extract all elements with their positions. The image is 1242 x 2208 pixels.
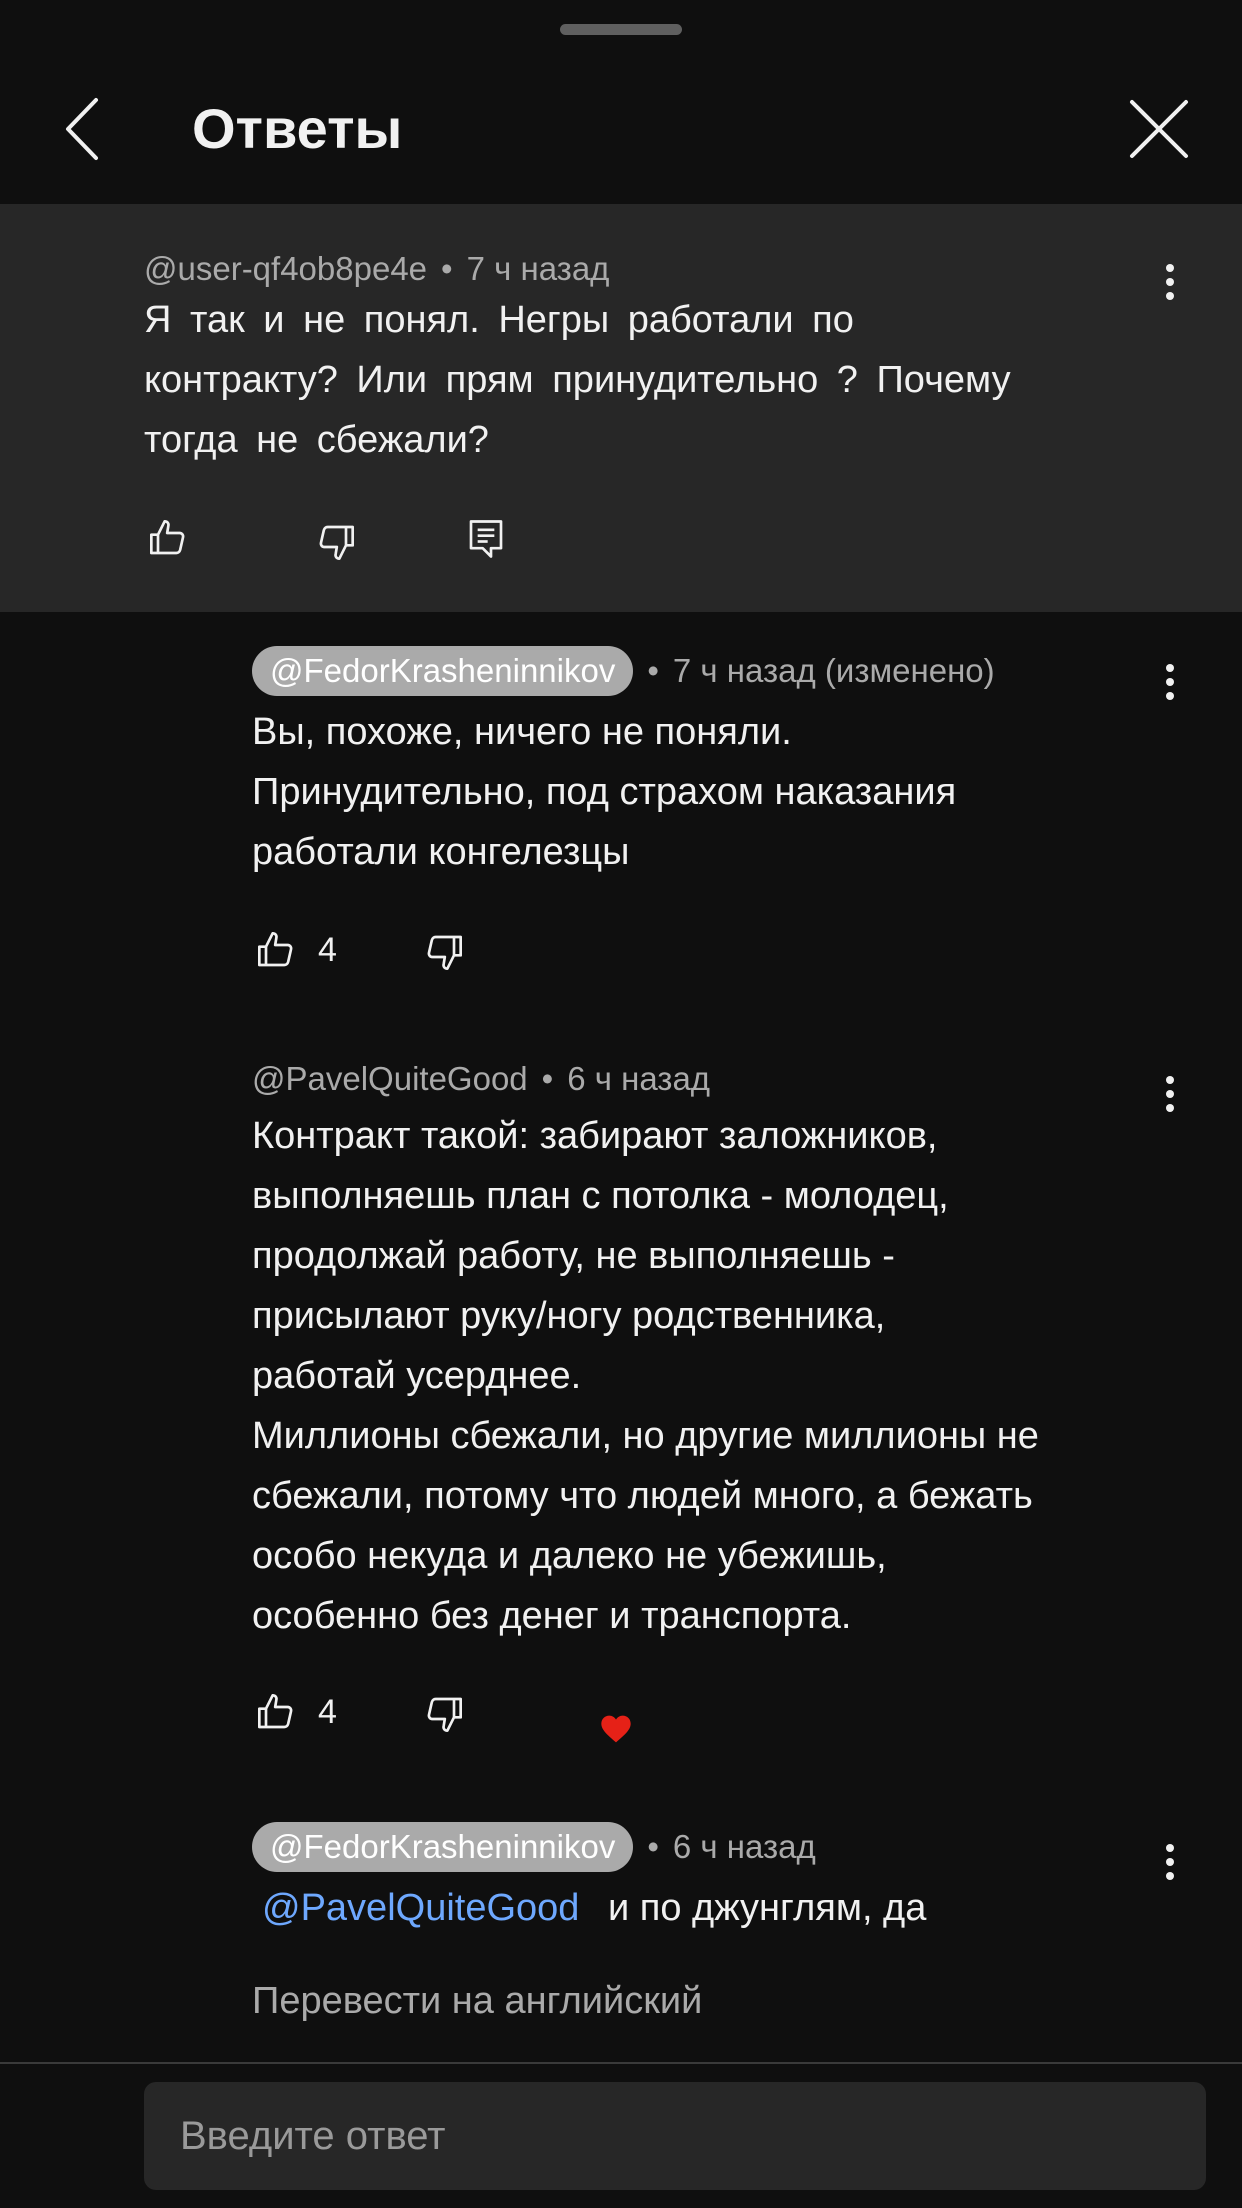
comment-line: работали конгелезцы [252, 831, 630, 873]
comment-text: Вы, похоже, ничего не поняли. Принудител… [252, 702, 1172, 882]
thumbs-down-icon [427, 1697, 462, 1732]
comment-line: особенно без денег и транспорта. [252, 1595, 852, 1637]
meta-separator: • [441, 250, 453, 287]
reply-button[interactable] [466, 518, 506, 560]
comment-line: сбежали, потому что людей много, а бежат… [252, 1475, 1033, 1517]
comment-line: присылают руку/ногу родственника, [252, 1295, 886, 1337]
comment-line: Контракт такой: забирают заложников, [252, 1115, 938, 1157]
mention-link[interactable]: @PavelQuiteGood [262, 1887, 579, 1929]
thumbs-up-icon [258, 932, 293, 967]
comment-author[interactable]: @user-qf4ob8pe4e [144, 250, 427, 288]
comment-time: 7 ч назад [466, 250, 610, 287]
comment-time: 6 ч назад [672, 1828, 816, 1865]
thumbs-up-icon [258, 1694, 293, 1729]
chevron-left-icon [66, 98, 98, 160]
comment-line: Принудительно, под страхом наказания [252, 771, 957, 813]
close-button[interactable] [1126, 96, 1192, 162]
back-button[interactable] [56, 92, 116, 166]
comment-line: Миллионы сбежали, но другие миллионы не [252, 1415, 1039, 1457]
like-count: 4 [318, 1692, 337, 1731]
header: Ответы [0, 0, 1242, 204]
reply-comment: @FedorKrasheninnikov • 7 ч назад (измене… [0, 646, 1242, 986]
comment-meta: @FedorKrasheninnikov • 7 ч назад (измене… [252, 646, 995, 696]
comment-meta: @PavelQuiteGood • 6 ч назад [252, 1054, 710, 1104]
comment-icon [469, 520, 503, 558]
parent-comment: @user-qf4ob8pe4e • 7 ч назад Я так и не … [0, 204, 1242, 612]
comment-line: и по джунглям, да [607, 1887, 927, 1929]
more-vertical-icon [1166, 1076, 1174, 1112]
comment-line: особо некуда и далеко не убежишь, [252, 1535, 887, 1577]
like-button[interactable]: 4 [256, 1692, 337, 1732]
dislike-button[interactable] [424, 1694, 464, 1734]
more-vertical-icon [1166, 264, 1174, 300]
meta-separator: • [541, 1060, 554, 1097]
comment-line: продолжай работу, не выполняешь - [252, 1235, 895, 1277]
like-button[interactable]: 4 [256, 930, 337, 970]
comment-author[interactable]: @PavelQuiteGood [252, 1060, 528, 1098]
thumbs-down-icon [427, 935, 462, 970]
like-count: 4 [318, 930, 337, 969]
more-options-button[interactable] [1150, 656, 1190, 716]
author-pill[interactable]: @FedorKrasheninnikov [252, 646, 634, 696]
like-button[interactable] [148, 518, 188, 558]
more-options-button[interactable] [1150, 1836, 1190, 1896]
page-title: Ответы [192, 97, 403, 160]
comment-line: выполняешь план с потолка - молодец, [252, 1175, 949, 1217]
comment-line: Я так и не понял. Негры работали по [144, 299, 854, 341]
comment-line: контракту? Или прям принудительно ? Поче… [144, 359, 1011, 401]
more-options-button[interactable] [1150, 256, 1190, 316]
dislike-button[interactable] [424, 932, 464, 972]
author-pill[interactable]: @FedorKrasheninnikov [252, 1822, 634, 1872]
meta-separator: • [647, 652, 659, 689]
divider [0, 2062, 1242, 2064]
comment-line: работай усерднее. [252, 1355, 582, 1397]
translate-link[interactable]: Перевести на английский [252, 1980, 702, 2023]
more-vertical-icon [1166, 664, 1174, 700]
comment-meta: @user-qf4ob8pe4e • 7 ч назад [144, 244, 609, 294]
close-icon [1130, 100, 1188, 158]
comment-meta: @FedorKrasheninnikov • 6 ч назад [252, 1822, 816, 1872]
thumbs-up-icon [150, 520, 185, 555]
meta-separator: • [647, 1828, 659, 1865]
comment-text: @PavelQuiteGood и по джунглям, да [262, 1878, 1182, 1938]
more-options-button[interactable] [1150, 1068, 1190, 1128]
comment-text: Контракт такой: забирают заложников, вып… [252, 1106, 1172, 1646]
comment-time: 6 ч назад [567, 1060, 711, 1097]
creator-heart-icon [600, 1714, 632, 1749]
reply-input[interactable] [144, 2082, 1206, 2190]
more-vertical-icon [1166, 1844, 1174, 1880]
dislike-button[interactable] [316, 522, 356, 562]
comment-line: тогда не сбежали? [144, 419, 489, 461]
comment-line: Вы, похоже, ничего не поняли. [252, 711, 792, 753]
reply-comment: @FedorKrasheninnikov • 6 ч назад @PavelQ… [0, 1822, 1242, 1972]
reply-comment: @PavelQuiteGood • 6 ч назад Контракт так… [0, 1054, 1242, 1754]
comment-text: Я так и не понял. Негры работали по конт… [144, 290, 1154, 470]
comment-time: 7 ч назад (изменено) [672, 652, 995, 689]
thumbs-down-icon [319, 525, 354, 560]
